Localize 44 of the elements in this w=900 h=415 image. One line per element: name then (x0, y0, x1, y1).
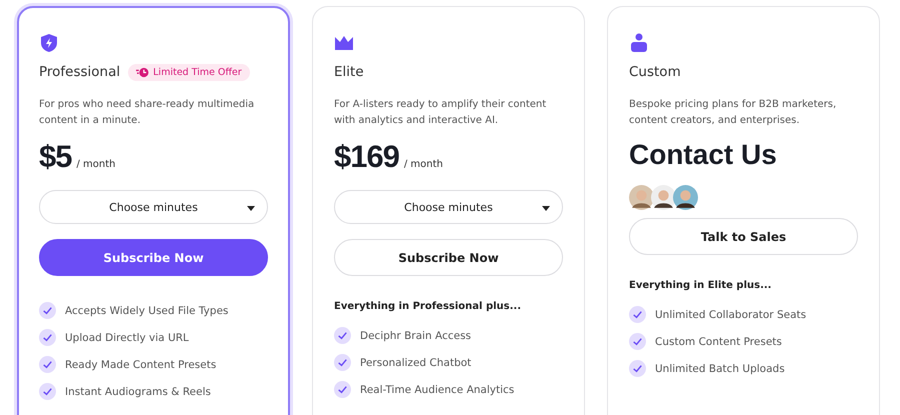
plan-name: Professional (39, 64, 120, 80)
caret-icon (247, 206, 255, 211)
feature-text: Upload Directly via URL (65, 332, 189, 344)
plan-description: For pros who need share-ready multimedia content in a minute. (39, 98, 256, 128)
feature-text: Accepts Widely Used File Types (65, 304, 228, 316)
minutes-dropdown[interactable]: Choose minutes (334, 190, 563, 224)
check-icon (334, 327, 351, 344)
offer-badge: Limited Time Offer (128, 64, 250, 80)
check-icon (629, 360, 646, 377)
minutes-dropdown[interactable]: Choose minutes (39, 190, 268, 224)
features-heading: Everything in Professional plus... (334, 301, 522, 312)
check-icon (629, 306, 646, 323)
person-icon (629, 33, 649, 53)
check-icon (39, 356, 56, 373)
check-icon (334, 354, 351, 371)
check-icon (39, 329, 56, 346)
plan-description: For A-listers ready to amplify their content with analytics and interactive AI. (334, 98, 548, 128)
sales-button[interactable]: Talk to Sales (629, 218, 858, 255)
feature-text: Ready Made Content Presets (65, 358, 216, 370)
check-icon (629, 333, 646, 350)
price-amount: $5 (39, 139, 72, 175)
feature-text: Unlimited Batch Uploads (655, 362, 785, 374)
features-heading: Everything in Elite plus... (629, 280, 772, 291)
shield-icon (39, 33, 59, 53)
feature-text: Instant Audiograms & Reels (65, 386, 211, 398)
check-icon (39, 383, 56, 400)
feature-text: Unlimited Collaborator Seats (655, 308, 806, 320)
feature-text: Real-Time Audience Analytics (360, 384, 514, 396)
plan-name: Custom (629, 64, 681, 80)
subscribe-button[interactable]: Subscribe Now (334, 239, 563, 276)
price-period: / month (76, 159, 116, 170)
contact-heading: Contact Us (629, 139, 777, 171)
caret-icon (542, 206, 550, 211)
feature-text: Personalized Chatbot (360, 356, 472, 368)
price-period: / month (404, 159, 443, 170)
feature-text: Deciphr Brain Access (360, 330, 472, 342)
price-amount: $169 (334, 139, 399, 175)
check-icon (39, 302, 56, 319)
plan-description: Bespoke pricing plans for B2B marketers, content creators, and enterprises. (629, 98, 838, 128)
feature-text: Custom Content Presets (655, 336, 782, 348)
plan-name: Elite (334, 64, 364, 80)
check-icon (334, 381, 351, 398)
clock-icon (136, 66, 150, 78)
subscribe-button[interactable]: Subscribe Now (39, 239, 268, 276)
